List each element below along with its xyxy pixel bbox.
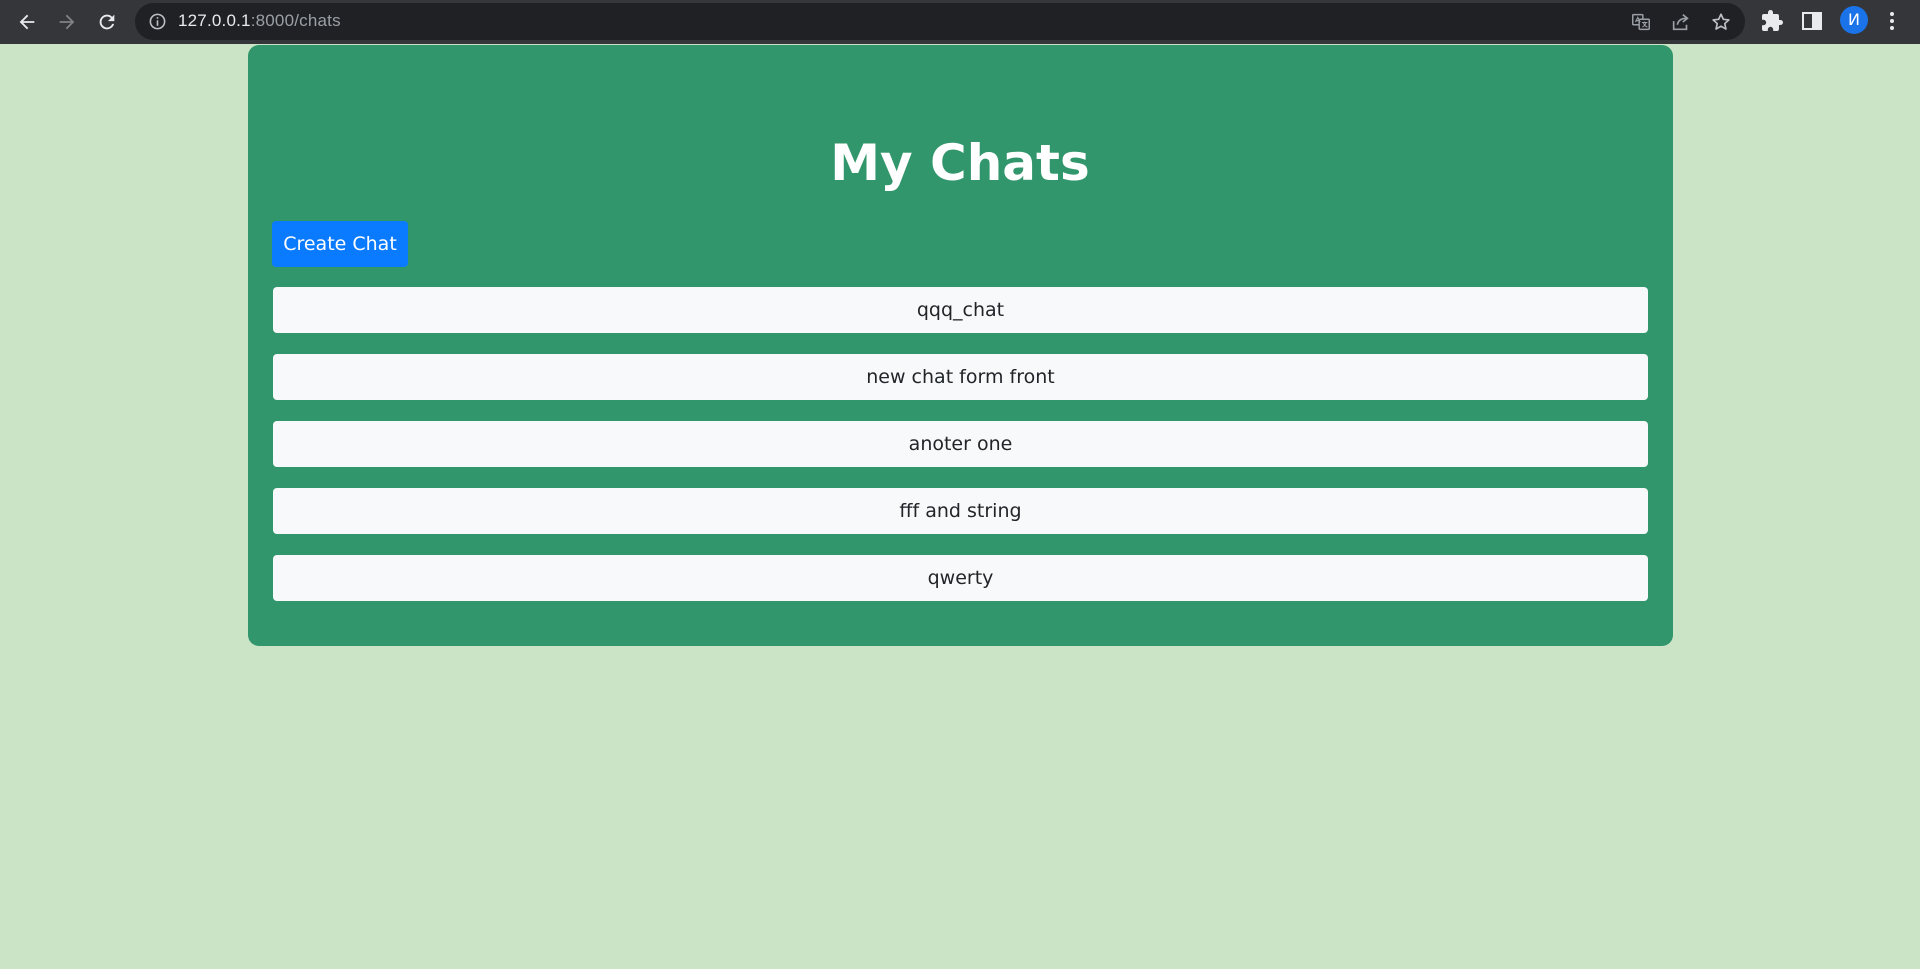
url-path: :8000/chats	[250, 11, 341, 30]
reload-icon	[99, 14, 115, 30]
more-menu-icon[interactable]	[1880, 9, 1904, 33]
info-icon[interactable]	[148, 12, 167, 31]
bookmark-star-icon[interactable]	[1710, 11, 1732, 33]
translate-icon[interactable]	[1630, 11, 1652, 33]
chat-list-item[interactable]: anoter one	[273, 421, 1648, 467]
chat-list-item[interactable]: qwerty	[273, 555, 1648, 601]
address-bar[interactable]: 127.0.0.1:8000/chats	[135, 3, 1745, 40]
chat-list-item[interactable]: qqq_chat	[273, 287, 1648, 333]
profile-avatar[interactable]: И	[1840, 6, 1868, 34]
url-text[interactable]: 127.0.0.1:8000/chats	[178, 11, 341, 31]
side-panel-icon[interactable]	[1800, 9, 1824, 33]
back-button[interactable]	[13, 8, 41, 36]
extensions-icon[interactable]	[1760, 9, 1784, 33]
reload-button[interactable]	[93, 8, 121, 36]
page-title: My Chats	[830, 134, 1090, 192]
url-host: 127.0.0.1	[178, 11, 251, 30]
chat-list-item[interactable]: fff and string	[273, 488, 1648, 534]
browser-toolbar: 127.0.0.1:8000/chats И	[0, 0, 1920, 44]
create-chat-button[interactable]: Create Chat	[272, 221, 408, 267]
arrow-left-icon	[19, 14, 35, 30]
arrow-right-icon	[59, 14, 75, 30]
share-icon[interactable]	[1670, 11, 1692, 33]
forward-button[interactable]	[53, 8, 81, 36]
chat-list-item[interactable]: new chat form front	[273, 354, 1648, 400]
